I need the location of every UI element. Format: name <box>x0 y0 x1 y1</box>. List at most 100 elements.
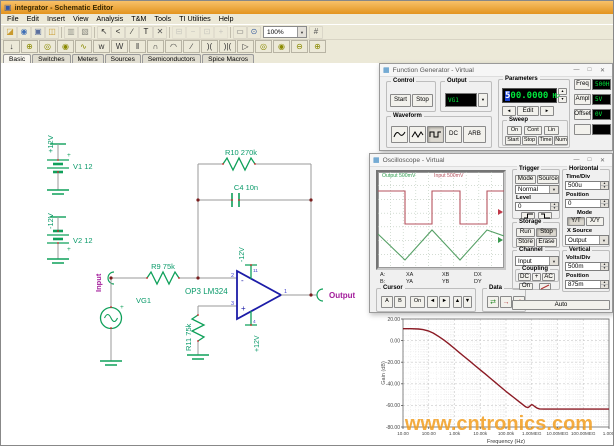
resistor-r10[interactable]: R10 270k <box>198 148 311 170</box>
scope-auto-button[interactable]: Auto <box>512 300 610 310</box>
fg-dc-button[interactable]: DC <box>445 126 462 143</box>
generator-vg1[interactable]: + VG1 <box>100 278 151 365</box>
storage-run-button[interactable]: Run <box>516 228 535 237</box>
cursor-button-6[interactable]: ▼ <box>463 296 472 308</box>
fg-sine-button[interactable] <box>391 126 408 143</box>
fg-readout-ampl-button[interactable]: Ampl <box>574 94 591 105</box>
cursor-button-1[interactable]: B <box>394 296 406 308</box>
cursor-readout-value: YB <box>442 280 449 286</box>
r10-label: R10 270k <box>225 148 257 157</box>
cursor-button-2[interactable]: On <box>410 296 425 308</box>
battery-v1[interactable]: +12V + V1 12 <box>46 135 93 194</box>
mode-xy-button[interactable]: X/Y <box>586 217 604 226</box>
coupling-gnd-button[interactable]: + <box>532 273 541 281</box>
fg-readout-offset-button[interactable]: Offset <box>574 109 591 120</box>
voltsdiv-value: 500m <box>568 263 583 270</box>
function-generator-icon: ▦ <box>383 67 390 74</box>
fg-sweep-lin-button[interactable]: Lin <box>544 126 559 135</box>
cursor-button-3[interactable]: ◄ <box>427 296 438 308</box>
function-generator-window[interactable]: ▦ Function Generator - Virtual — □ ✕ Con… <box>379 63 613 151</box>
storage-stop-button[interactable]: Stop <box>536 228 557 237</box>
minimize-icon[interactable]: — <box>570 64 583 76</box>
fg-freq-up-button[interactable]: ▲ <box>558 88 567 95</box>
fg-triangle-button[interactable] <box>409 126 426 143</box>
timediv-input[interactable]: 500u▲▼ <box>565 181 609 190</box>
voltsdiv-input[interactable]: 500m▲▼ <box>565 262 609 271</box>
xsource-select[interactable]: Output▼ <box>565 235 609 245</box>
fg-digit-left-button[interactable]: ◄ <box>502 106 516 116</box>
v-position-input[interactable]: 875m▲▼ <box>565 280 609 289</box>
ground-symbol <box>187 355 209 359</box>
fg-sweep-on-button[interactable]: On <box>507 126 522 135</box>
fg-arb-button[interactable]: ARB <box>463 126 486 143</box>
channel-select[interactable]: Input▼ <box>515 256 559 266</box>
ground-symbol <box>100 361 122 365</box>
y-tick-label: -60.00 <box>386 403 400 409</box>
cursor-button-0[interactable]: A <box>381 296 393 308</box>
fg-output-label: Output <box>445 78 469 85</box>
c4-label: C4 10n <box>234 183 258 192</box>
vg1-plus-sign: + <box>120 304 124 311</box>
fg-freq-down-button[interactable]: ▼ <box>558 96 567 103</box>
cursor-button-4[interactable]: ► <box>439 296 450 308</box>
mode-yt-button[interactable]: Y/T <box>567 217 585 226</box>
square-wave-icon <box>429 130 442 139</box>
trigger-falling-edge-button[interactable] <box>538 212 552 219</box>
trigger-mode-select[interactable]: Normal▼ <box>515 185 559 194</box>
rising-edge-icon <box>523 213 534 219</box>
maximize-icon[interactable]: □ <box>583 64 596 76</box>
cursor-button-5[interactable]: ▲ <box>453 296 462 308</box>
oscilloscope-window[interactable]: ▦ Oscilloscope - Virtual — □ ✕ Output 50… <box>369 153 613 313</box>
storage-store-button[interactable]: Store <box>516 238 535 247</box>
coupling-group: Coupling DC + AC <box>515 269 559 282</box>
sine-wave-icon <box>393 130 406 139</box>
coupling-ac-button[interactable]: AC <box>542 273 555 281</box>
channel-slope-button[interactable] <box>539 283 551 290</box>
oscilloscope-icon: ▦ <box>373 157 380 164</box>
fg-sweep-cont-button[interactable]: Cont <box>524 126 542 135</box>
fg-output-dropdown-button[interactable]: ▼ <box>478 93 488 107</box>
fg-edit-button[interactable]: Edit <box>517 106 539 116</box>
minimize-icon[interactable]: — <box>570 154 583 166</box>
channel-on-button[interactable]: On <box>519 283 533 290</box>
export-curves-icon[interactable]: ⇄ <box>487 296 499 308</box>
fg-sweep-time-button[interactable]: Time <box>538 136 553 145</box>
v2-plus-sign: + <box>67 246 71 253</box>
h-position-input[interactable]: 0▲▼ <box>565 199 609 208</box>
scope-cursor-group: Cursor ABOn◄►▲▼ <box>376 288 476 312</box>
schematic-editor-app: ▣ integrator - Schematic Editor FileEdit… <box>0 0 614 446</box>
output-terminal[interactable]: Output <box>281 289 356 301</box>
fg-sweep-stop-button[interactable]: Stop <box>522 136 537 145</box>
triangle-wave-icon <box>411 130 424 139</box>
y-tick-label: 20.00 <box>387 317 400 323</box>
fg-readout-freq-button[interactable]: Freq <box>574 79 591 90</box>
ground-symbol <box>47 259 69 263</box>
pin1-number: 1 <box>284 289 287 295</box>
capacitor-c4[interactable]: C4 10n <box>198 183 311 207</box>
trigger-mode-button[interactable]: Mode <box>515 175 536 184</box>
y-axis-label: Gain (dB) <box>381 361 387 385</box>
fg-square-button[interactable] <box>427 126 444 143</box>
function-generator-titlebar[interactable]: ▦ Function Generator - Virtual — □ ✕ <box>380 64 612 77</box>
battery-v2[interactable]: -12V + V2 12 <box>46 213 93 263</box>
copy-data-icon[interactable]: → <box>500 296 512 308</box>
fg-digit-right-button[interactable]: ► <box>540 106 554 116</box>
trigger-rising-edge-button[interactable] <box>521 212 535 219</box>
coupling-dc-button[interactable]: DC <box>518 273 531 281</box>
fg-display-digits: 00.0000 <box>510 91 548 101</box>
trigger-level-input[interactable]: 0▲▼ <box>515 202 559 211</box>
opamp-label: OP3 LM324 <box>185 287 228 296</box>
resistor-r9[interactable]: R9 75k <box>111 262 237 284</box>
fg-stop-button[interactable]: Stop <box>412 94 433 107</box>
fg-readout-blank-button[interactable] <box>574 124 591 135</box>
storage-erase-button[interactable]: Erase <box>536 238 557 247</box>
maximize-icon[interactable]: □ <box>583 154 596 166</box>
close-icon[interactable]: ✕ <box>596 154 609 166</box>
fg-sweep-start-button[interactable]: Start <box>505 136 521 145</box>
opamp-op3[interactable]: - + 2 3 1 11 4 -12V +12V OP3 LM324 <box>185 247 287 352</box>
fg-start-button[interactable]: Start <box>390 94 411 107</box>
close-icon[interactable]: ✕ <box>596 64 609 76</box>
trigger-source-button[interactable]: Source <box>537 175 559 184</box>
fg-sweep-num-button[interactable]: Num <box>554 136 568 145</box>
resistor-r11[interactable]: R11 75k <box>184 306 209 359</box>
